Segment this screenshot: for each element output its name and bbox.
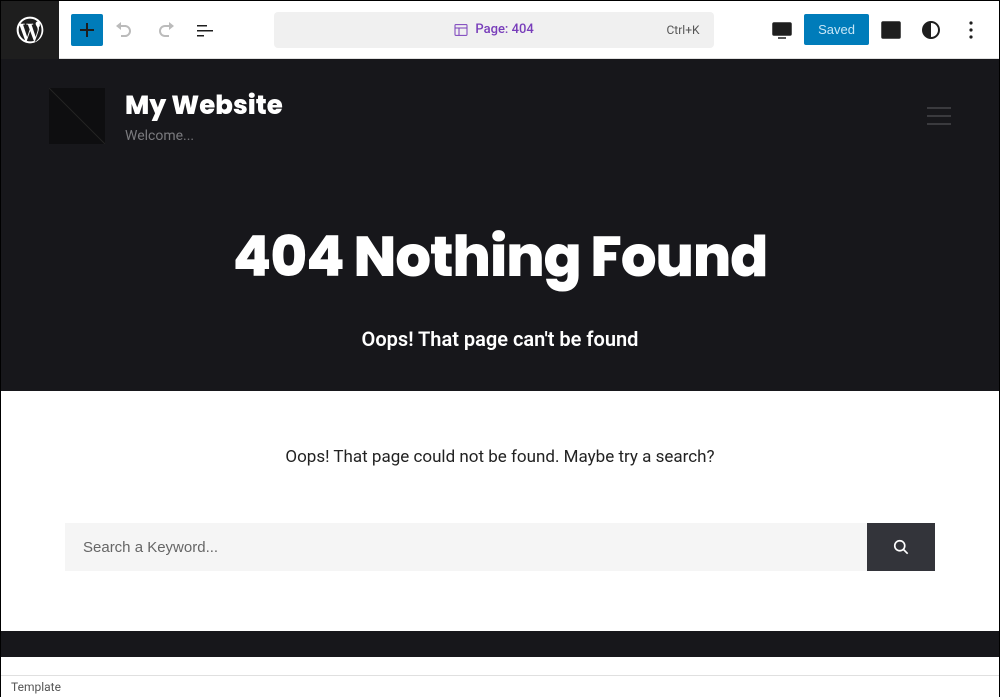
document-overview-button[interactable] xyxy=(187,12,223,48)
editor-toolbar: Page: 404 Ctrl+K Saved xyxy=(1,1,999,59)
document-title-bar[interactable]: Page: 404 Ctrl+K xyxy=(274,12,714,48)
shortcut-hint: Ctrl+K xyxy=(667,23,700,37)
redo-icon xyxy=(153,18,177,42)
undo-icon xyxy=(113,18,137,42)
plus-icon xyxy=(75,18,99,42)
site-footer-block[interactable] xyxy=(1,631,999,657)
site-header-block[interactable]: My Website Welcome... 404 Nothing Found … xyxy=(1,59,999,391)
search-icon xyxy=(891,537,911,557)
save-button[interactable]: Saved xyxy=(804,14,869,45)
wordpress-icon xyxy=(14,14,46,46)
search-input[interactable] xyxy=(65,523,867,571)
status-bar: Template xyxy=(1,675,999,697)
page-heading[interactable]: 404 Nothing Found xyxy=(49,214,951,299)
search-button[interactable] xyxy=(867,523,935,571)
site-logo-placeholder[interactable] xyxy=(49,88,105,144)
redo-button[interactable] xyxy=(147,12,183,48)
half-circle-icon xyxy=(919,18,943,42)
content-block[interactable]: Oops! That page could not be found. Mayb… xyxy=(1,391,999,631)
search-block[interactable] xyxy=(65,523,935,571)
layout-icon xyxy=(453,22,469,38)
wordpress-logo-button[interactable] xyxy=(1,1,59,59)
add-block-button[interactable] xyxy=(71,14,103,46)
settings-sidebar-button[interactable] xyxy=(873,12,909,48)
breadcrumb-item[interactable]: Template xyxy=(11,680,61,694)
sidebar-icon xyxy=(879,18,903,42)
menu-icon[interactable] xyxy=(927,107,951,125)
styles-button[interactable] xyxy=(913,12,949,48)
document-label: Page: 404 xyxy=(475,22,533,37)
editor-canvas[interactable]: My Website Welcome... 404 Nothing Found … xyxy=(1,59,999,675)
list-view-icon xyxy=(193,18,217,42)
view-button[interactable] xyxy=(764,12,800,48)
undo-button[interactable] xyxy=(107,12,143,48)
options-button[interactable] xyxy=(953,12,989,48)
more-vertical-icon xyxy=(959,18,983,42)
help-paragraph[interactable]: Oops! That page could not be found. Mayb… xyxy=(65,447,935,467)
site-title[interactable]: My Website xyxy=(125,87,283,126)
site-tagline[interactable]: Welcome... xyxy=(125,128,283,144)
desktop-icon xyxy=(770,18,794,42)
page-subheading[interactable]: Oops! That page can't be found xyxy=(49,327,951,351)
